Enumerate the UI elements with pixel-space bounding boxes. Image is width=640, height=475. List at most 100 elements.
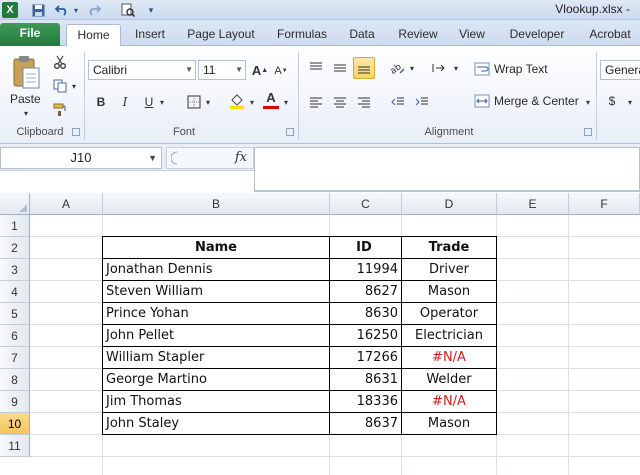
copy-dropdown-icon[interactable]: ▾ — [70, 82, 78, 91]
align-left-icon[interactable] — [306, 92, 326, 112]
row-header[interactable]: 2 — [0, 237, 30, 259]
format-painter-icon[interactable] — [52, 102, 68, 118]
header-id-cell[interactable]: ID — [330, 237, 401, 259]
row-header-selected[interactable]: 10 — [0, 413, 30, 435]
column-header-d[interactable]: D — [402, 193, 497, 215]
tab-insert[interactable]: Insert — [128, 24, 172, 46]
font-color-icon[interactable]: A — [262, 90, 280, 110]
name-cell[interactable]: William Stapler — [103, 347, 329, 369]
trade-cell[interactable]: Mason — [402, 281, 496, 303]
font-launcher-icon[interactable] — [286, 128, 294, 136]
name-cell[interactable]: John Staley — [103, 413, 329, 435]
id-cell[interactable]: 16250 — [330, 325, 401, 347]
id-cell[interactable]: 8627 — [330, 281, 401, 303]
paste-icon[interactable] — [8, 52, 44, 92]
text-direction-dropdown-icon[interactable]: ▾ — [452, 64, 460, 73]
tab-view[interactable]: View — [452, 24, 492, 46]
tab-page-layout[interactable]: Page Layout — [182, 24, 260, 46]
id-cell[interactable]: 11994 — [330, 259, 401, 281]
borders-dropdown-icon[interactable]: ▾ — [204, 98, 212, 107]
align-top-icon[interactable] — [306, 58, 326, 78]
trade-cell-error[interactable]: #N/A — [402, 347, 496, 369]
align-right-icon[interactable] — [354, 92, 374, 112]
name-cell[interactable]: Steven William — [103, 281, 329, 303]
column-header-c[interactable]: C — [330, 193, 402, 215]
trade-cell[interactable]: Driver — [402, 259, 496, 281]
tab-home[interactable]: Home — [66, 24, 121, 47]
wrap-text-button[interactable]: Wrap Text — [474, 62, 548, 76]
column-header-b[interactable]: B — [103, 193, 330, 215]
name-cell[interactable]: Prince Yohan — [103, 303, 329, 325]
number-format-select[interactable]: Genera — [600, 60, 640, 80]
align-middle-icon[interactable] — [330, 58, 350, 78]
trade-cell[interactable]: Operator — [402, 303, 496, 325]
underline-dropdown-icon[interactable]: ▾ — [158, 98, 166, 107]
tab-file[interactable]: File — [0, 23, 60, 46]
copy-icon[interactable] — [52, 78, 68, 94]
tab-formulas[interactable]: Formulas — [272, 24, 332, 46]
name-cell[interactable]: John Pellet — [103, 325, 329, 347]
select-all-button[interactable] — [0, 193, 30, 215]
header-trade-cell[interactable]: Trade — [402, 237, 496, 259]
id-cell[interactable]: 8637 — [330, 413, 401, 435]
currency-dropdown-icon[interactable]: ▾ — [626, 98, 634, 107]
column-header-e[interactable]: E — [497, 193, 569, 215]
fill-color-dropdown-icon[interactable]: ▾ — [248, 98, 256, 107]
row-header[interactable]: 8 — [0, 369, 30, 391]
trade-cell-error[interactable]: #N/A — [402, 391, 496, 413]
header-name-cell[interactable]: Name — [103, 237, 329, 259]
name-cell[interactable]: George Martino — [103, 369, 329, 391]
currency-button[interactable]: $ — [606, 92, 618, 110]
underline-button[interactable]: U — [142, 94, 156, 110]
redo-icon[interactable] — [86, 2, 102, 18]
align-center-icon[interactable] — [330, 92, 350, 112]
orientation-icon[interactable]: ab — [388, 58, 406, 78]
id-cell[interactable]: 18336 — [330, 391, 401, 413]
save-icon[interactable] — [30, 2, 46, 18]
tab-data[interactable]: Data — [342, 24, 382, 46]
formula-input[interactable] — [254, 147, 640, 191]
tab-acrobat[interactable]: Acrobat — [582, 24, 638, 46]
font-name-select[interactable]: Calibri ▼ — [88, 60, 196, 80]
tab-developer[interactable]: Developer — [504, 24, 570, 46]
id-cell[interactable]: 8630 — [330, 303, 401, 325]
trade-cell[interactable]: Welder — [402, 369, 496, 391]
bold-button[interactable]: B — [94, 94, 108, 110]
id-cell[interactable]: 8631 — [330, 369, 401, 391]
trade-cell[interactable]: Mason — [402, 413, 496, 435]
row-header[interactable]: 9 — [0, 391, 30, 413]
cut-icon[interactable] — [52, 54, 68, 70]
align-bottom-icon[interactable] — [353, 57, 375, 79]
borders-icon[interactable] — [186, 94, 202, 110]
decrease-indent-icon[interactable] — [388, 92, 408, 112]
row-header[interactable]: 5 — [0, 303, 30, 325]
fill-color-icon[interactable] — [228, 92, 246, 110]
row-header[interactable]: 4 — [0, 281, 30, 303]
font-color-dropdown-icon[interactable]: ▾ — [282, 98, 290, 107]
row-header[interactable]: 7 — [0, 347, 30, 369]
row-header[interactable]: 3 — [0, 259, 30, 281]
italic-button[interactable]: I — [118, 94, 132, 110]
increase-indent-icon[interactable] — [412, 92, 432, 112]
print-preview-icon[interactable] — [120, 2, 136, 18]
merge-dropdown-icon[interactable]: ▾ — [584, 98, 592, 107]
row-header[interactable]: 1 — [0, 215, 30, 237]
customize-qat-icon[interactable]: ▾ — [146, 2, 156, 18]
insert-function-button[interactable]: fx — [235, 150, 247, 165]
worksheet-grid[interactable]: A B C D E F 1 2 3 4 5 6 7 8 9 10 11 Name… — [0, 193, 640, 475]
excel-logo-icon[interactable]: X — [2, 2, 18, 18]
paste-dropdown-icon[interactable]: ▾ — [20, 108, 32, 118]
font-size-select[interactable]: 11 ▼ — [198, 60, 246, 80]
tab-review[interactable]: Review — [392, 24, 444, 46]
orientation-dropdown-icon[interactable]: ▾ — [408, 64, 416, 73]
trade-cell[interactable]: Electrician — [402, 325, 496, 347]
name-box[interactable]: J10 ▼ — [0, 147, 162, 169]
undo-dropdown-icon[interactable]: ▾ — [72, 2, 80, 18]
name-cell[interactable]: Jonathan Dennis — [103, 259, 329, 281]
shrink-font-icon[interactable]: A ▼ — [274, 64, 288, 78]
paste-button[interactable]: Paste — [10, 92, 41, 106]
alignment-launcher-icon[interactable] — [584, 128, 592, 136]
id-cell[interactable]: 17266 — [330, 347, 401, 369]
column-header-f[interactable]: F — [569, 193, 640, 215]
undo-icon[interactable] — [54, 2, 70, 18]
